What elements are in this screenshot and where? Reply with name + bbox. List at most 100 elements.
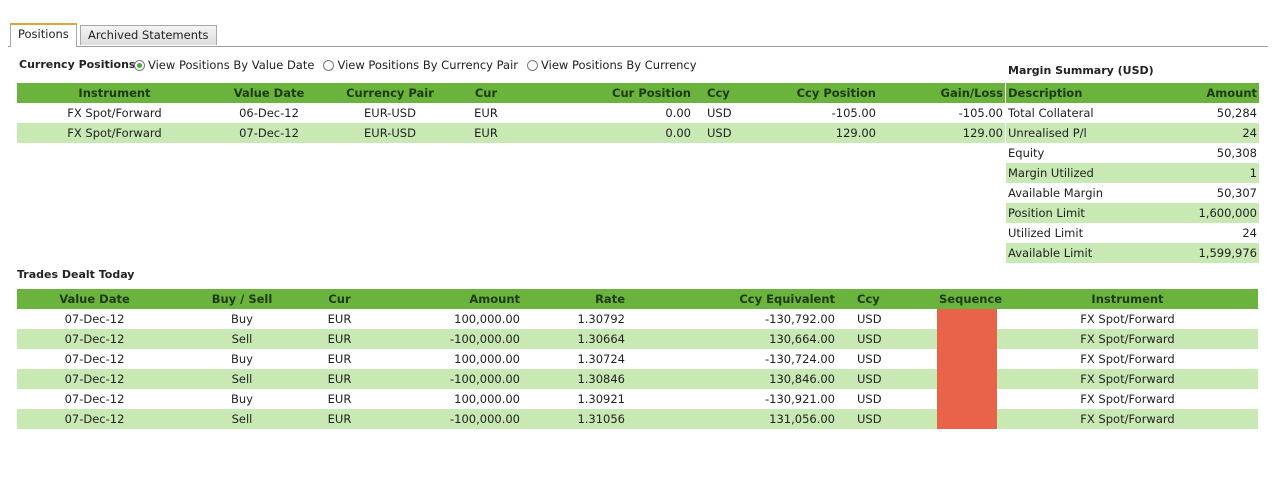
column-header[interactable]: Instrument: [997, 289, 1258, 309]
cell-buy-sell: Buy: [172, 309, 312, 329]
tab-archived-statements[interactable]: Archived Statements: [80, 25, 217, 45]
cell-description: Available Margin: [1006, 183, 1156, 203]
table-row: Position Limit 1,600,000: [1006, 203, 1259, 223]
cell-ccy: USD: [837, 349, 937, 369]
cell-instrument: FX Spot/Forward: [997, 349, 1258, 369]
column-header[interactable]: Gain/Loss: [878, 83, 1005, 103]
column-header[interactable]: Rate: [522, 289, 627, 309]
cell-cur: EUR: [312, 369, 367, 389]
cell-buy-sell: Buy: [172, 389, 312, 409]
cell-rate: 1.30846: [522, 369, 627, 389]
currency-positions-title: Currency Positions: [19, 58, 136, 71]
cell-description: Margin Utilized: [1006, 163, 1156, 183]
cell-cur: EUR: [312, 329, 367, 349]
cell-gain-loss: -105.00: [878, 103, 1005, 123]
cell-description: Available Limit: [1006, 243, 1156, 263]
cell-cur: EUR: [312, 349, 367, 369]
column-header[interactable]: Ccy: [837, 289, 937, 309]
tab-divider: [8, 46, 1268, 47]
view-mode-radio-group: View Positions By Value Date View Positi…: [134, 58, 706, 72]
cell-ccy: USD: [693, 123, 743, 143]
table-row[interactable]: 07-Dec-12 Sell EUR -100,000.00 1.31056 1…: [17, 409, 1258, 429]
cell-ccy-equivalent: 130,664.00: [627, 329, 837, 349]
cell-rate: 1.30664: [522, 329, 627, 349]
cell-instrument: FX Spot/Forward: [997, 389, 1258, 409]
cell-description: Unrealised P/l: [1006, 123, 1156, 143]
table-row: Equity 50,308: [1006, 143, 1259, 163]
column-header[interactable]: Sequence: [937, 289, 1002, 309]
cell-ccy: USD: [837, 389, 937, 409]
radio-button[interactable]: [134, 59, 145, 71]
column-header[interactable]: Cur: [454, 83, 518, 103]
cell-ccy-equivalent: -130,792.00: [627, 309, 837, 329]
cell-amount: -100,000.00: [367, 369, 522, 389]
cell-sequence-redacted: [937, 309, 997, 329]
table-row[interactable]: FX Spot/Forward 06-Dec-12 EUR-USD EUR 0.…: [17, 103, 1005, 123]
column-header[interactable]: Cur Position: [518, 83, 693, 103]
cell-ccy-equivalent: 130,846.00: [627, 369, 837, 389]
column-header[interactable]: Buy / Sell: [172, 289, 312, 309]
cell-ccy: USD: [837, 309, 937, 329]
table-header-row: Instrument Value Date Currency Pair Cur …: [17, 83, 1005, 103]
cell-cur: EUR: [312, 409, 367, 429]
column-header[interactable]: Value Date: [212, 83, 326, 103]
table-row[interactable]: 07-Dec-12 Sell EUR -100,000.00 1.30664 1…: [17, 329, 1258, 349]
cell-rate: 1.30921: [522, 389, 627, 409]
column-header[interactable]: Cur: [312, 289, 367, 309]
radio-button[interactable]: [527, 59, 539, 71]
cell-sequence-redacted: [937, 349, 997, 369]
radio-button[interactable]: [323, 59, 335, 71]
cell-instrument: FX Spot/Forward: [997, 329, 1258, 349]
radio-by-value-date[interactable]: View Positions By Value Date: [134, 58, 314, 72]
column-header[interactable]: Amount: [367, 289, 522, 309]
tab-positions[interactable]: Positions: [10, 23, 77, 47]
cell-value-date: 07-Dec-12: [17, 329, 172, 349]
cell-value-date: 07-Dec-12: [17, 309, 172, 329]
cell-value-date: 07-Dec-12: [17, 389, 172, 409]
cell-ccy-equivalent: 131,056.00: [627, 409, 837, 429]
cell-amount: 50,308: [1156, 143, 1259, 163]
cell-value-date: 06-Dec-12: [212, 103, 326, 123]
column-header: Description: [1006, 83, 1156, 103]
cell-value-date: 07-Dec-12: [17, 349, 172, 369]
cell-amount: 1,599,976: [1156, 243, 1259, 263]
table-row[interactable]: 07-Dec-12 Buy EUR 100,000.00 1.30792 -13…: [17, 309, 1258, 329]
cell-sequence-redacted: [937, 329, 997, 349]
table-row[interactable]: 07-Dec-12 Buy EUR 100,000.00 1.30921 -13…: [17, 389, 1258, 409]
cell-currency-pair: EUR-USD: [326, 103, 454, 123]
trades-table: Value Date Buy / Sell Cur Amount Rate Cc…: [17, 289, 1258, 429]
cell-ccy-position: 129.00: [743, 123, 878, 143]
cell-amount: 100,000.00: [367, 389, 522, 409]
cell-amount: -100,000.00: [367, 329, 522, 349]
table-row: Available Margin 50,307: [1006, 183, 1259, 203]
cell-ccy: USD: [837, 369, 937, 389]
column-header[interactable]: Ccy Position: [743, 83, 878, 103]
cell-amount: -100,000.00: [367, 409, 522, 429]
column-header[interactable]: Instrument: [17, 83, 212, 103]
cell-currency-pair: EUR-USD: [326, 123, 454, 143]
cell-cur: EUR: [312, 309, 367, 329]
table-row[interactable]: 07-Dec-12 Buy EUR 100,000.00 1.30724 -13…: [17, 349, 1258, 369]
cell-amount: 1: [1156, 163, 1259, 183]
tab-bar: Positions Archived Statements: [0, 0, 1268, 48]
table-row: Available Limit 1,599,976: [1006, 243, 1259, 263]
cell-amount: 1,600,000: [1156, 203, 1259, 223]
cell-value-date: 07-Dec-12: [17, 409, 172, 429]
cell-amount: 50,307: [1156, 183, 1259, 203]
cell-ccy: USD: [693, 103, 743, 123]
cell-cur-position: 0.00: [518, 123, 693, 143]
cell-amount: 100,000.00: [367, 309, 522, 329]
table-row[interactable]: FX Spot/Forward 07-Dec-12 EUR-USD EUR 0.…: [17, 123, 1005, 143]
table-row[interactable]: 07-Dec-12 Sell EUR -100,000.00 1.30846 1…: [17, 369, 1258, 389]
column-header[interactable]: Ccy Equivalent: [627, 289, 837, 309]
cell-cur-position: 0.00: [518, 103, 693, 123]
radio-label: View Positions By Currency: [541, 58, 697, 72]
column-header[interactable]: Value Date: [17, 289, 172, 309]
radio-by-currency[interactable]: View Positions By Currency: [527, 58, 697, 72]
column-header[interactable]: Ccy: [693, 83, 743, 103]
radio-by-currency-pair[interactable]: View Positions By Currency Pair: [323, 58, 518, 72]
cell-ccy-position: -105.00: [743, 103, 878, 123]
column-header[interactable]: Currency Pair: [326, 83, 454, 103]
cell-value-date: 07-Dec-12: [212, 123, 326, 143]
cell-cur: EUR: [454, 123, 518, 143]
